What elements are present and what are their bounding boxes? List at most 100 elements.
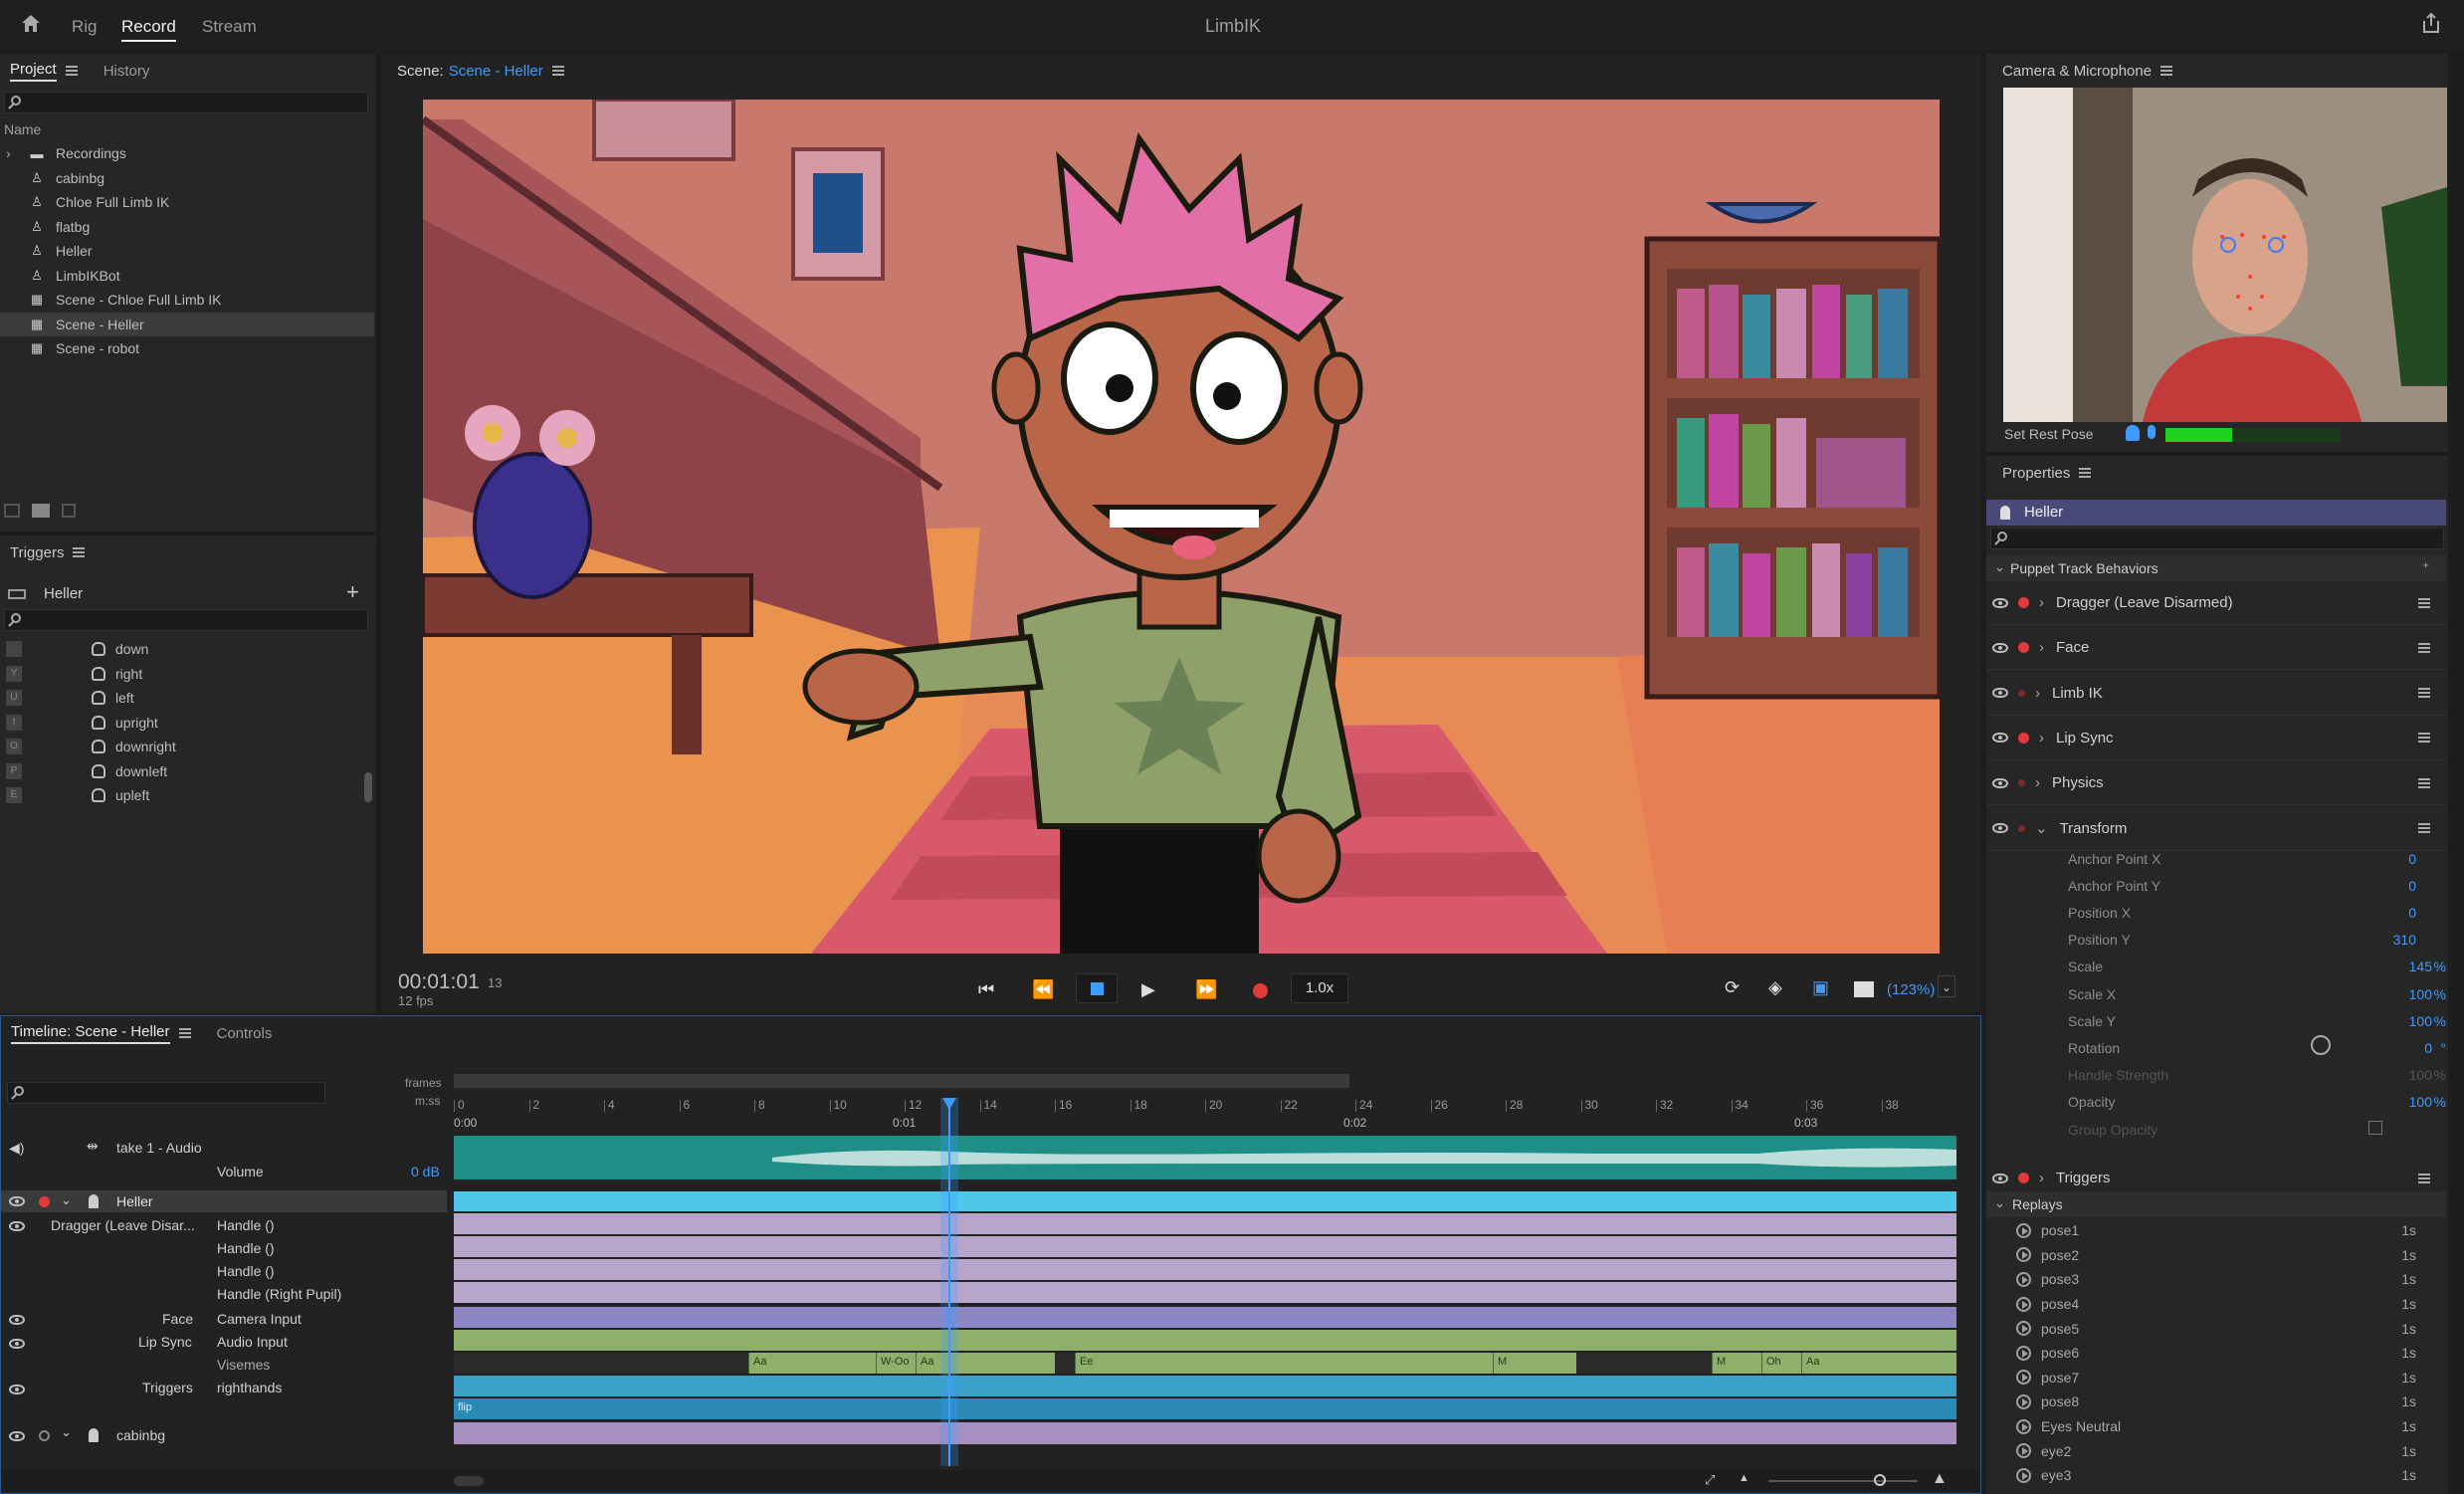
behavior-row[interactable]: › Lip Sync: [1986, 717, 2446, 760]
zoom-level[interactable]: (123%): [1887, 981, 1935, 998]
timeline-zoom-handle[interactable]: [1874, 1474, 1886, 1486]
property-value[interactable]: 100: [2409, 1013, 2432, 1029]
face-track-bar[interactable]: [454, 1307, 1956, 1328]
play-icon[interactable]: ▶: [1141, 979, 1155, 1000]
replay-item[interactable]: pose8 1s: [1986, 1389, 2446, 1414]
zoom-out-icon[interactable]: ▲: [1739, 1472, 1749, 1484]
scene-stage[interactable]: [423, 100, 1940, 954]
background-toggle-icon[interactable]: [1854, 981, 1874, 997]
project-item[interactable]: ♙ Heller: [0, 239, 374, 263]
record-arm-icon[interactable]: [2018, 597, 2029, 608]
behavior-menu-icon[interactable]: [2418, 688, 2430, 699]
project-item[interactable]: › ▬ Recordings: [0, 141, 374, 165]
step-back-icon[interactable]: ⏪: [1032, 979, 1054, 1000]
folder-icon[interactable]: [32, 504, 50, 518]
trigger-item[interactable]: Odownright: [0, 735, 374, 759]
project-item[interactable]: ▦ Scene - robot: [0, 336, 374, 360]
chevron-down-icon[interactable]: ⌄: [61, 1192, 72, 1208]
play-circle-icon[interactable]: [2016, 1222, 2031, 1238]
lipsync-track-bar[interactable]: [454, 1330, 1956, 1351]
property-value[interactable]: 310: [2393, 932, 2416, 948]
project-item[interactable]: ♙ cabinbg: [0, 166, 374, 190]
chevron-right-icon[interactable]: ›: [2039, 1170, 2044, 1186]
microphone-icon[interactable]: [2148, 425, 2156, 439]
play-circle-icon[interactable]: [2016, 1393, 2031, 1409]
playhead[interactable]: [940, 1098, 958, 1466]
triggers-search-input[interactable]: [4, 609, 368, 631]
project-item[interactable]: ▦ Scene - Heller: [0, 312, 374, 336]
play-circle-icon[interactable]: [2016, 1247, 2031, 1263]
name-column-header[interactable]: Name: [4, 121, 41, 137]
timeline-menu-icon[interactable]: [178, 1028, 191, 1038]
puppet-track-behaviors-section[interactable]: ⌄ Puppet Track Behaviors ⁺: [1986, 555, 2446, 581]
record-button[interactable]: [1253, 983, 1268, 998]
tab-project[interactable]: Project: [10, 61, 57, 82]
eye-icon[interactable]: [9, 1385, 25, 1394]
scene-menu-icon[interactable]: [551, 66, 564, 76]
replay-item[interactable]: eye3 1s: [1986, 1463, 2446, 1488]
viseme-block[interactable]: Aa: [748, 1353, 876, 1374]
eye-icon[interactable]: [1992, 823, 2008, 833]
behavior-menu-icon[interactable]: [2418, 733, 2430, 744]
play-circle-icon[interactable]: [2016, 1370, 2031, 1386]
replay-item[interactable]: eye2 1s: [1986, 1438, 2446, 1463]
replay-item[interactable]: pose3 1s: [1986, 1267, 2446, 1292]
property-value[interactable]: 145: [2409, 959, 2432, 974]
time-ruler[interactable]: 0 2 4 6 8 10 12 14 16 18 20 22 24 26 28 30 32 34 36 38 0:00…: [454, 1052, 1956, 1132]
add-trigger-button[interactable]: +: [346, 579, 359, 605]
behavior-menu-icon[interactable]: [2418, 597, 2430, 608]
viseme-block[interactable]: M: [1712, 1353, 1761, 1374]
record-arm-icon[interactable]: [2018, 732, 2029, 744]
play-circle-icon[interactable]: [2016, 1418, 2031, 1434]
viseme-block[interactable]: Oh: [1761, 1353, 1801, 1374]
behavior-row[interactable]: › Limb IK: [1986, 672, 2446, 716]
viseme-block[interactable]: Ee: [1075, 1353, 1493, 1374]
project-item[interactable]: ▦ Scene - Chloe Full Limb IK: [0, 288, 374, 312]
chevron-right-icon[interactable]: ›: [2039, 639, 2044, 656]
chevron-right-icon[interactable]: ›: [2035, 685, 2040, 702]
heller-track-header[interactable]: ⌄ Heller: [1, 1190, 447, 1212]
eye-icon[interactable]: [1992, 597, 2008, 608]
replay-item[interactable]: pose2 1s: [1986, 1243, 2446, 1268]
project-item[interactable]: ♙ LimbIKBot: [0, 264, 374, 288]
stop-button[interactable]: [1076, 973, 1118, 1003]
property-value[interactable]: 0: [2408, 905, 2416, 921]
timeline-scrollbar[interactable]: [454, 1476, 484, 1486]
record-arm-icon[interactable]: [2018, 824, 2025, 832]
chevron-right-icon[interactable]: ›: [6, 145, 11, 161]
zoom-dropdown-chevron-icon[interactable]: ⌄: [1938, 975, 1955, 997]
replay-item[interactable]: Eyes Neutral 1s: [1986, 1414, 2446, 1439]
heller-track-bar[interactable]: [454, 1191, 1956, 1211]
behavior-menu-icon[interactable]: [2418, 642, 2430, 653]
triggers-menu-icon[interactable]: [73, 547, 86, 557]
handle-track-bar[interactable]: [454, 1282, 1956, 1303]
playback-speed[interactable]: 1.0x: [1291, 973, 1348, 1003]
eye-icon[interactable]: [1992, 777, 2008, 788]
triggers-track-bar[interactable]: [454, 1376, 1956, 1396]
eye-icon[interactable]: [1992, 733, 2008, 744]
record-arm-icon[interactable]: [39, 1196, 50, 1207]
bin-icon[interactable]: [4, 504, 20, 518]
tab-rig[interactable]: Rig: [72, 17, 98, 37]
record-arm-icon[interactable]: [2018, 779, 2025, 787]
property-value[interactable]: 100: [2409, 986, 2432, 1002]
eye-icon[interactable]: [1992, 688, 2008, 699]
audio-track-bar[interactable]: [454, 1136, 1956, 1179]
behavior-row[interactable]: › Physics: [1986, 761, 2446, 806]
properties-menu-icon[interactable]: [2079, 468, 2092, 478]
behavior-menu-icon[interactable]: [2418, 1173, 2430, 1183]
speaker-icon[interactable]: ◀): [9, 1140, 24, 1157]
behavior-menu-icon[interactable]: [2418, 823, 2430, 833]
replays-section[interactable]: ⌄ Replays: [1986, 1191, 2446, 1217]
properties-search-input[interactable]: [1990, 528, 2444, 549]
viseme-block[interactable]: M: [1493, 1353, 1576, 1374]
work-area-bar[interactable]: [454, 1074, 1349, 1088]
eye-icon[interactable]: [9, 1339, 25, 1349]
eye-icon[interactable]: [9, 1221, 25, 1231]
volume-value[interactable]: 0 dB: [411, 1164, 440, 1179]
cabinbg-track-bar[interactable]: [454, 1422, 1956, 1444]
eye-icon[interactable]: [1992, 1173, 2008, 1183]
record-arm-icon[interactable]: [2018, 1173, 2029, 1183]
handle-track-bar[interactable]: [454, 1213, 1956, 1234]
play-circle-icon[interactable]: [2016, 1321, 2031, 1337]
